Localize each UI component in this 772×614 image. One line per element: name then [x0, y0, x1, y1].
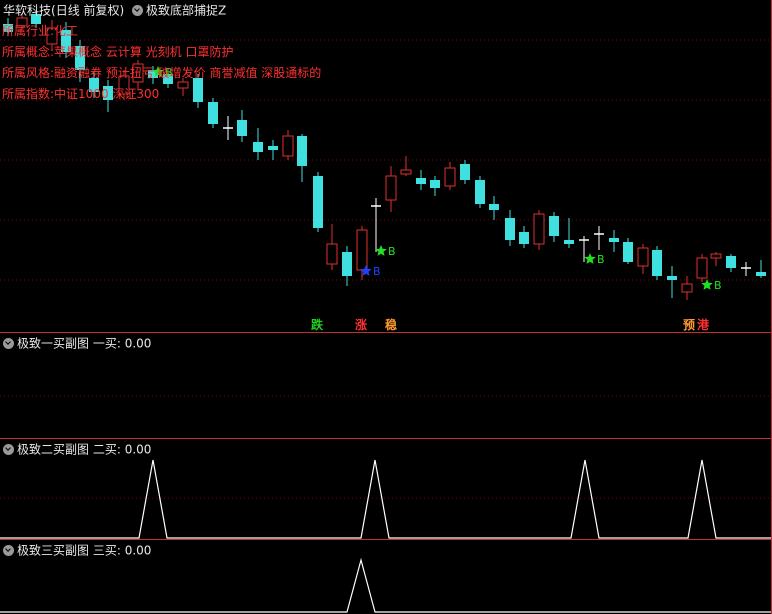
candle-up: [385, 175, 397, 201]
sub2-header: 极致二买副图 二买: 0.00: [3, 441, 151, 457]
candle-down: [652, 250, 662, 276]
signal-label-wen: 稳: [385, 318, 398, 332]
candle-down: [623, 242, 633, 262]
sub3-value: 0.00: [124, 543, 152, 558]
sub3-header: 极致三买副图 三买: 0.00: [3, 542, 151, 558]
candle-up: [533, 213, 545, 245]
candle-down: [505, 218, 515, 240]
sub2-signal-line: [0, 459, 772, 539]
stock-name[interactable]: 华软科技: [3, 4, 51, 18]
sub3-signal-line: [0, 557, 772, 613]
candle-up: [696, 257, 708, 279]
candle-up: [282, 135, 294, 157]
style-line: 所属风格:融资融券 预计扭亏 破增发价 商誉减值 深股通标的: [2, 66, 322, 80]
main-chart-header: 华软科技(日线 前复权) 极致底部捕捉Z: [3, 2, 226, 18]
candle-down: [609, 238, 619, 242]
candle-up: [681, 283, 693, 293]
candle-down: [564, 240, 574, 244]
candle-up: [637, 247, 649, 267]
candle-down: [237, 120, 247, 136]
buy-star-icon: [701, 279, 713, 290]
buy-mark-label: B: [714, 279, 722, 292]
chevron-down-icon[interactable]: [3, 444, 14, 455]
candle-up: [400, 169, 412, 175]
period-label[interactable]: (日线 前复权): [51, 4, 124, 18]
candle-down: [460, 164, 470, 180]
buy-mark-label: B: [388, 245, 396, 258]
candle-up: [444, 167, 456, 187]
candle-down: [726, 256, 736, 268]
industry-line: 所属行业:化工: [2, 24, 79, 38]
candle-down: [342, 252, 352, 276]
candle-up: [710, 253, 722, 259]
candle-down: [268, 146, 278, 150]
candle-down: [430, 180, 440, 188]
candle-down: [489, 204, 499, 210]
signal-label-die: 跌: [311, 318, 324, 332]
indicator-name[interactable]: 极致底部捕捉Z: [146, 4, 226, 18]
sub1-header: 极致一买副图 一买: 0.00: [3, 335, 151, 351]
candle-down: [519, 232, 529, 244]
sub3-title[interactable]: 极致三买副图: [17, 544, 89, 558]
signal-label-gang: 港: [697, 318, 710, 332]
sub-panel-1[interactable]: 极致一买副图 一买: 0.00: [0, 333, 772, 439]
main-chart-panel[interactable]: BBBBB 华软科技(日线 前复权) 极致底部捕捉Z 所属行业:化工 所属概念:…: [0, 0, 772, 333]
sub1-label: 一买:: [92, 336, 121, 351]
sub2-value: 0.00: [124, 442, 152, 457]
candle-down: [549, 216, 559, 236]
buy-mark-label: B: [597, 253, 605, 266]
sub1-value: 0.00: [124, 336, 152, 351]
candle-down: [416, 178, 426, 184]
candle-down: [253, 142, 263, 152]
chevron-down-icon[interactable]: [3, 338, 14, 349]
concept-line: 所属概念:苹果概念 云计算 光刻机 口罩防护: [2, 45, 234, 59]
sub2-label: 二买:: [92, 442, 121, 457]
sub-panel-2[interactable]: 极致二买副图 二买: 0.00: [0, 439, 772, 540]
sub-panel-3[interactable]: 极致三买副图 三买: 0.00: [0, 540, 772, 614]
buy-mark-label: B: [373, 265, 381, 278]
candle-down: [193, 78, 203, 102]
candle-down: [313, 176, 323, 228]
candle-up: [356, 229, 368, 271]
buy-star-icon: [584, 253, 596, 264]
candle-down: [297, 136, 307, 166]
candle-up: [177, 81, 189, 89]
chevron-down-icon[interactable]: [132, 5, 144, 16]
sub1-title[interactable]: 极致一买副图: [17, 337, 89, 351]
signal-label-zhang: 涨: [355, 318, 368, 332]
sub2-title[interactable]: 极致二买副图: [17, 443, 89, 457]
buy-star-icon: [375, 245, 387, 256]
chevron-down-icon[interactable]: [3, 545, 14, 556]
candle-down: [208, 102, 218, 124]
candle-down: [667, 276, 677, 280]
index-line: 所属指数:中证1000 深证300: [2, 87, 160, 101]
candle-down: [475, 180, 485, 204]
sub3-label: 三买:: [92, 543, 121, 558]
candle-up: [326, 243, 338, 265]
candle-down: [756, 272, 766, 276]
